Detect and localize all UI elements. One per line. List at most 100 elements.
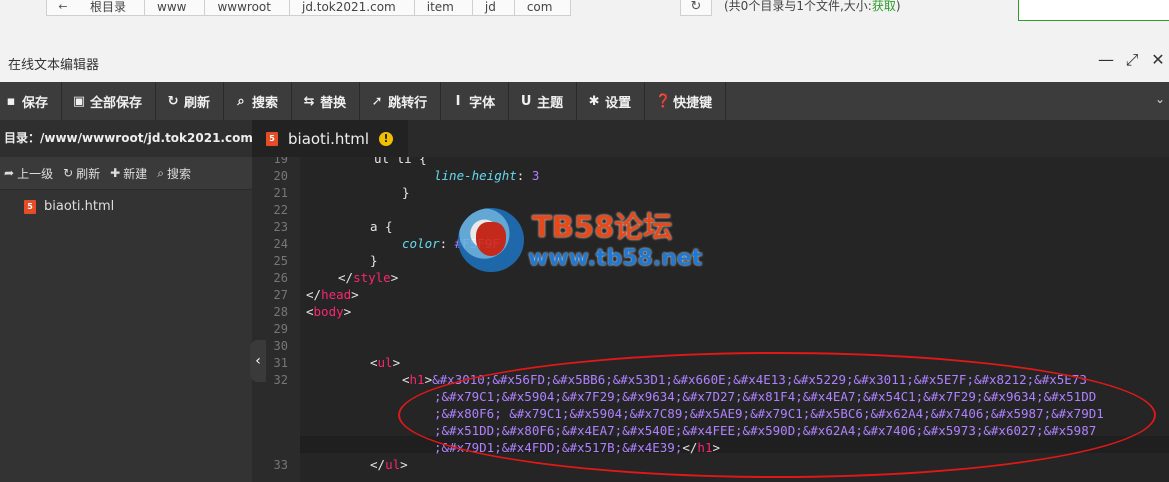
watermark-url: www.tb58.net: [528, 246, 703, 271]
refresh-icon: ↻: [63, 166, 74, 180]
close-icon[interactable]: ✕: [1147, 50, 1169, 70]
theme-button[interactable]: U 主题: [509, 82, 578, 120]
sidebar-refresh-button[interactable]: ↻ 刷新: [59, 165, 106, 182]
tag-name: ul: [377, 355, 393, 370]
save-button[interactable]: ▪ 保存: [0, 82, 63, 120]
replace-button[interactable]: ⇆ 替换: [292, 82, 361, 120]
breadcrumb-item[interactable]: wwwroot: [205, 0, 290, 16]
code-line-19: ul li {: [374, 157, 427, 166]
code-line-20: line-height: 3: [434, 168, 539, 183]
css-property: color: [402, 236, 440, 251]
code-line-26: </style>: [338, 270, 398, 285]
settings-label: 设置: [605, 95, 632, 111]
refresh-icon[interactable]: ↻: [680, 0, 712, 16]
file-name: biaoti.html: [44, 199, 115, 214]
search-box[interactable]: [1018, 0, 1169, 21]
html5-icon: 5: [24, 199, 36, 214]
goto-line-label: 跳转行: [388, 95, 428, 111]
save-icon: ▪: [6, 93, 16, 109]
css-property: line-height: [434, 168, 517, 183]
save-all-icon: ▣: [72, 93, 86, 109]
css-colon: :: [516, 168, 532, 183]
tag-name: h1: [409, 372, 425, 387]
tag-bracket: >: [400, 457, 408, 472]
search-button[interactable]: ⌕ 搜索: [224, 82, 293, 120]
warning-icon: !: [379, 131, 394, 146]
settings-button[interactable]: ✱ 设置: [577, 82, 646, 120]
save-all-label: 全部保存: [90, 95, 143, 111]
collapse-sidebar-button[interactable]: ‹: [250, 340, 266, 382]
sidebar-actions: ➦ 上一级 ↻ 刷新 ✚ 新建 ⌕ 搜索: [0, 157, 252, 190]
directory-path: 目录：/www/wwwroot/jd.tok2021.com/...: [0, 120, 252, 157]
hand-icon: [476, 222, 506, 256]
file-item[interactable]: 5 biaoti.html: [0, 190, 252, 214]
editor-toolbar: ▪ 保存 ▣ 全部保存 ↻ 刷新 ⌕ 搜索 ⇆ 替换 ➚ 跳转行 Ⅰ 字体 U 主题 ✱ 设置 ❓…: [0, 82, 1169, 121]
breadcrumb-item[interactable]: www: [145, 0, 206, 16]
tag-bracket: >: [351, 287, 359, 302]
refresh-button[interactable]: ↻ 刷新: [156, 82, 225, 120]
window-title: 在线文本编辑器: [8, 58, 100, 73]
code-line-28: <body>: [306, 304, 351, 319]
line-number: 19: [273, 157, 288, 166]
tag-bracket: >: [390, 270, 399, 285]
minimize-icon[interactable]: —: [1095, 50, 1117, 70]
watermark-title: TB58论坛: [532, 210, 673, 244]
tag-name: ul: [385, 457, 401, 472]
chevron-down-icon[interactable]: ⌄: [1155, 92, 1165, 106]
goto-line-button[interactable]: ➚ 跳转行: [360, 82, 442, 120]
new-file-button[interactable]: ✚ 新建: [106, 165, 153, 182]
tab-bar: 5 biaoti.html !: [252, 120, 1169, 157]
annotation-ellipse: [398, 352, 1156, 478]
dir-info-suffix: ): [895, 0, 901, 13]
breadcrumb-item[interactable]: 根目录: [78, 0, 146, 16]
window-controls: — ⤢ ✕: [1095, 50, 1169, 70]
maximize-icon[interactable]: ⤢: [1121, 50, 1143, 70]
code-line-33: </ul>: [370, 457, 408, 472]
line-number: 28: [273, 305, 288, 319]
question-icon: ❓: [655, 93, 672, 109]
save-all-button[interactable]: ▣ 全部保存: [62, 82, 157, 120]
breadcrumb-item[interactable]: com: [514, 0, 572, 16]
code-line-25: }: [370, 253, 378, 268]
breadcrumb-item[interactable]: jd: [472, 0, 515, 16]
tag-bracket: >: [343, 304, 352, 319]
breadcrumb-item[interactable]: jd.tok2021.com: [289, 0, 415, 16]
directory-info: (共0个目录与1个文件,大小:获取): [724, 0, 901, 12]
plus-icon: ✚: [110, 166, 121, 180]
code-line-21: }: [402, 185, 410, 200]
line-number: 27: [273, 288, 288, 302]
get-size-link[interactable]: 获取: [872, 0, 896, 13]
tag-bracket: <: [306, 304, 314, 319]
font-icon: Ⅰ: [455, 93, 461, 109]
tab-biaoti-html[interactable]: 5 biaoti.html !: [252, 120, 408, 157]
replace-label: 替换: [320, 95, 347, 111]
goto-line-icon: ➚: [371, 93, 383, 109]
file-manager-bar: ← 根目录 www wwwroot jd.tok2021.com item jd…: [0, 0, 1169, 43]
line-number: 22: [273, 203, 288, 217]
sidebar-search-label: 搜索: [166, 166, 191, 181]
search-icon: ⌕: [157, 165, 164, 180]
tag-bracket: <: [370, 355, 378, 370]
replace-icon: ⇆: [303, 93, 315, 109]
back-button[interactable]: ←: [46, 0, 80, 16]
file-sidebar: 目录：/www/wwwroot/jd.tok2021.com/... ➦ 上一级 …: [0, 120, 252, 482]
code-line-23: a {: [370, 219, 393, 234]
tag-bracket: </: [306, 287, 322, 302]
font-button[interactable]: Ⅰ 字体: [441, 82, 510, 120]
tag-name: style: [353, 270, 391, 285]
tab-label: biaoti.html: [288, 129, 370, 148]
refresh-label: 刷新: [184, 95, 211, 111]
line-number: 29: [273, 322, 288, 336]
shortcuts-label: 快捷键: [673, 95, 713, 111]
breadcrumb-item[interactable]: item: [414, 0, 473, 16]
search-icon: ⌕: [237, 93, 245, 109]
dir-info-prefix: (共0个目录与1个文件,大小:: [724, 0, 872, 13]
parent-dir-button[interactable]: ➦ 上一级: [0, 165, 59, 182]
search-label: 搜索: [252, 95, 279, 111]
refresh-icon: ↻: [167, 93, 179, 109]
shortcuts-button[interactable]: ❓ 快捷键: [645, 82, 727, 120]
sidebar-search-button[interactable]: ⌕ 搜索: [153, 165, 197, 182]
watermark-logo: [458, 208, 524, 272]
new-file-label: 新建: [123, 166, 148, 181]
save-label: 保存: [22, 95, 49, 111]
